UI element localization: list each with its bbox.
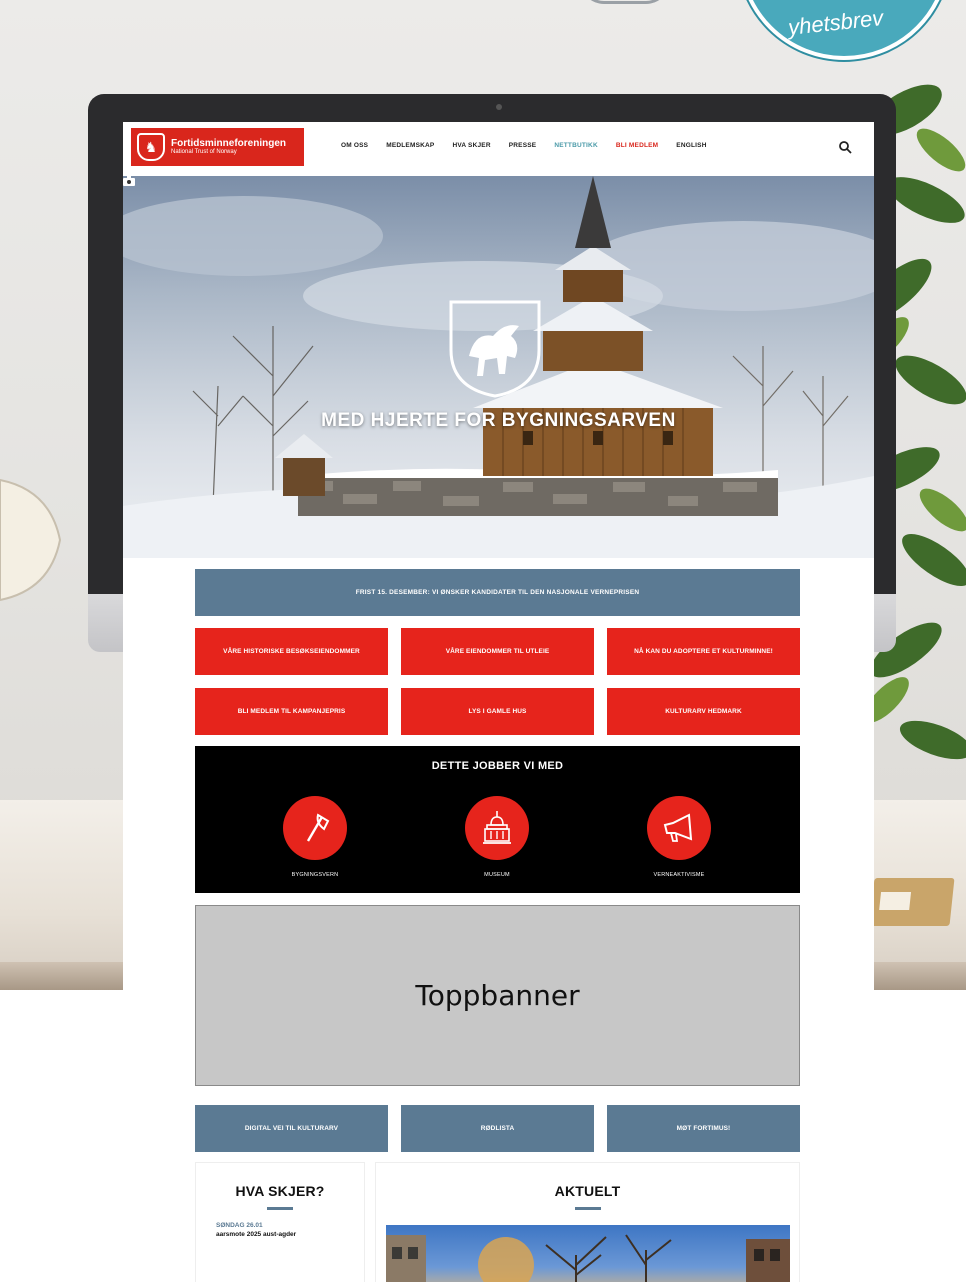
work-item-verneaktivisme[interactable]: VERNEAKTIVISME	[619, 796, 739, 878]
news-title-underline	[574, 1207, 601, 1210]
nav-nettbutikk[interactable]: NETTBUTIKK	[554, 142, 598, 149]
news-article-image[interactable]	[386, 1225, 790, 1282]
camera-icon[interactable]	[123, 176, 135, 186]
quick-links-grid: VÅRE HISTORISKE BESØKSEIENDOMMER VÅRE EI…	[195, 628, 800, 735]
nav-hva-skjer[interactable]: HVA SKJER	[452, 142, 490, 149]
hero-banner: MED HJERTE FOR BYGNINGSARVEN	[123, 176, 874, 558]
work-label-museum: MUSEUM	[484, 872, 510, 878]
nav-bli-medlem[interactable]: BLI MEDLEM	[616, 142, 658, 149]
work-areas-section: DETTE JOBBER VI MED BYGNINGSVERN MUSEUM …	[195, 746, 800, 893]
event-date: SØNDAG 26.01	[216, 1222, 263, 1229]
work-areas-title: DETTE JOBBER VI MED	[431, 760, 564, 772]
main-nav: OM OSS MEDLEMSKAP HVA SKJER PRESSE NETTB…	[341, 142, 725, 149]
quick-link-besokseiendommer[interactable]: VÅRE HISTORISKE BESØKSEIENDOMMER	[195, 628, 388, 675]
envelope	[869, 878, 955, 926]
webcam-dot	[496, 104, 502, 110]
nav-presse[interactable]: PRESSE	[509, 142, 537, 149]
event-item[interactable]: SØNDAG 26.01 aarsmote 2025 aust-agder	[196, 1222, 364, 1238]
horse-crest-icon: ♞	[137, 133, 165, 161]
quick-link-utleie[interactable]: VÅRE EIENDOMMER TIL UTLEIE	[401, 628, 594, 675]
site-header: ♞ Fortidsminneforeningen National Trust …	[123, 122, 874, 176]
quick-link-adoptere[interactable]: NÅ KAN DU ADOPTERE ET KULTURMINNE!	[607, 628, 800, 675]
megaphone-icon	[647, 796, 711, 860]
event-name: aarsmote 2025 aust-agder	[216, 1231, 297, 1238]
lamp	[0, 478, 62, 602]
work-item-museum[interactable]: MUSEUM	[437, 796, 557, 878]
horse-shield-icon	[449, 300, 541, 398]
logo-name: Fortidsminneforeningen	[171, 137, 286, 149]
top-banner-label: Toppbanner	[415, 979, 580, 1012]
axe-icon	[283, 796, 347, 860]
museum-icon	[465, 796, 529, 860]
website: ♞ Fortidsminneforeningen National Trust …	[123, 122, 874, 1282]
top-banner-placeholder[interactable]: Toppbanner	[195, 905, 800, 1086]
work-item-bygningsvern[interactable]: BYGNINGSVERN	[255, 796, 375, 878]
work-label-verneaktivisme: VERNEAKTIVISME	[653, 872, 705, 878]
hero-title: MED HJERTE FOR BYGNINGSARVEN	[321, 410, 676, 431]
nav-om-oss[interactable]: OM OSS	[341, 142, 368, 149]
events-panel: HVA SKJER? SØNDAG 26.01 aarsmote 2025 au…	[195, 1162, 365, 1282]
nav-english[interactable]: ENGLISH	[676, 142, 706, 149]
work-label-bygningsvern: BYGNINGSVERN	[291, 872, 339, 878]
link-digital-vei[interactable]: DIGITAL VEI TIL KULTURARV	[195, 1105, 388, 1152]
secondary-links-row: DIGITAL VEI TIL KULTURARV RØDLISTA MØT F…	[195, 1105, 800, 1152]
search-icon[interactable]	[838, 140, 852, 154]
events-title-underline	[267, 1207, 293, 1210]
news-title: AKTUELT	[554, 1183, 621, 1199]
news-panel: AKTUELT	[375, 1162, 800, 1282]
quick-link-kulturarv-hedmark[interactable]: KULTURARV HEDMARK	[607, 688, 800, 735]
verneprisen-notice-button[interactable]: FRIST 15. DESEMBER: VI ØNSKER KANDIDATER…	[195, 569, 800, 616]
quick-link-lys-i-gamle-hus[interactable]: LYS I GAMLE HUS	[401, 688, 594, 735]
link-mot-fortimus[interactable]: MØT FORTIMUS!	[607, 1105, 800, 1152]
badge-label: yhetsbrev	[786, 5, 885, 40]
nav-medlemskap[interactable]: MEDLEMSKAP	[386, 142, 434, 149]
link-rodlista[interactable]: RØDLISTA	[401, 1105, 594, 1152]
quick-link-kampanjepris[interactable]: BLI MEDLEM TIL KAMPANJEPRIS	[195, 688, 388, 735]
logo-subtitle: National Trust of Norway	[171, 149, 237, 156]
site-logo[interactable]: ♞ Fortidsminneforeningen National Trust …	[131, 128, 304, 166]
logo-text: Fortidsminneforeningen National Trust of…	[171, 138, 286, 156]
events-title: HVA SKJER?	[235, 1183, 325, 1199]
